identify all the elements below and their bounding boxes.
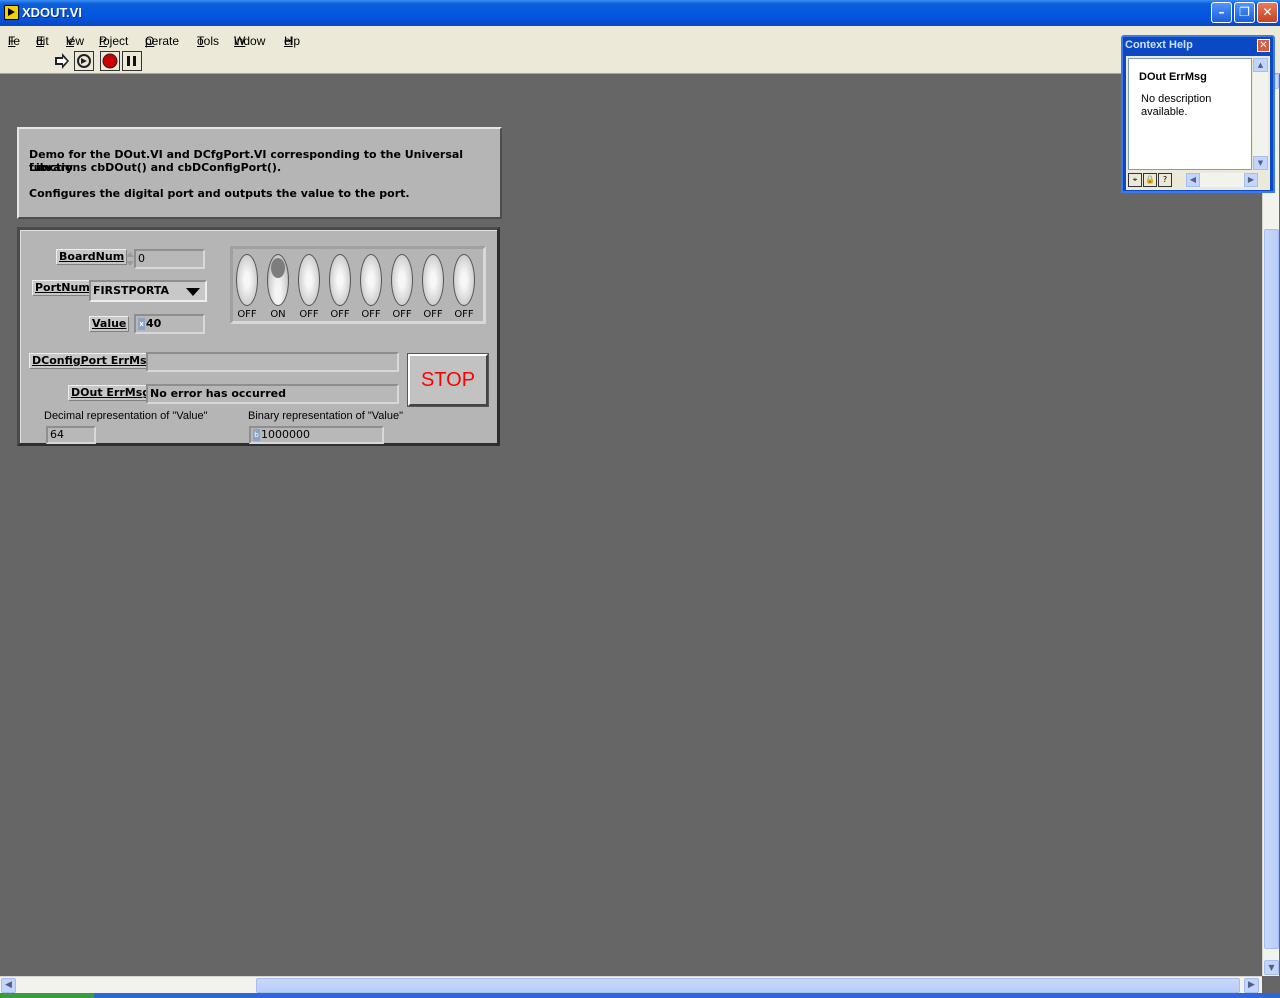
binary-text: 1000000 — [261, 428, 310, 441]
scroll-left-icon[interactable]: ◀ — [1, 978, 16, 993]
board-num-input[interactable]: 0 — [134, 249, 205, 269]
run-button[interactable] — [52, 51, 72, 71]
labview-app-icon[interactable] — [4, 5, 19, 20]
dconfigport-errmsg-indicator — [146, 352, 399, 372]
context-help-vscroll[interactable]: ▲ ▼ — [1253, 58, 1268, 170]
dconfigport-errmsg-label: DConfigPort ErrMsg — [29, 353, 158, 369]
context-help-body: DOut ErrMsg No description available. ▲ … — [1126, 56, 1270, 190]
context-help-description: No description available. — [1141, 93, 1212, 118]
description-decoration: Demo for the DOut.VI and DCfgPort.VI cor… — [17, 127, 502, 219]
horizontal-scrollbar[interactable]: ◀ ▶ — [0, 976, 1262, 993]
show-optional-terminals-icon[interactable]: ⌖ — [1128, 173, 1142, 187]
binary-indicator: b 1000000 — [249, 426, 384, 444]
bit-switch-3[interactable]: OFF — [329, 254, 351, 320]
restore-button[interactable]: ❐ — [1234, 2, 1255, 23]
port-num-label: PortNum — [32, 280, 93, 296]
close-icon[interactable]: ✕ — [1257, 39, 1270, 52]
menu-bar: File Edit View Project Operate Tools Win… — [0, 26, 1280, 48]
abort-execution-icon — [102, 53, 118, 69]
scroll-right-icon[interactable]: ▶ — [1244, 173, 1258, 187]
description-line-3: Configures the digital port and outputs … — [29, 187, 410, 200]
bit-state-label: OFF — [361, 309, 381, 320]
context-help-footer: ⌖ 🔒 ? ◀ ▶ — [1128, 173, 1268, 188]
stop-button[interactable]: STOP — [407, 353, 489, 407]
bit-state-label: ON — [270, 309, 286, 320]
lock-icon[interactable]: 🔒 — [1143, 173, 1157, 187]
context-help-content: DOut ErrMsg No description available. — [1128, 58, 1252, 170]
bit-switch-2[interactable]: OFF — [298, 254, 320, 320]
dropdown-arrow-icon[interactable] — [186, 288, 200, 296]
radix-indicator[interactable]: x — [138, 318, 145, 330]
scroll-down-icon[interactable]: ▼ — [1264, 960, 1279, 975]
toolbar — [0, 48, 1280, 74]
toggle-switch-icon — [391, 254, 413, 306]
value-text: 40 — [146, 317, 162, 330]
bit-state-label: OFF — [392, 309, 412, 320]
run-continuously-button[interactable] — [74, 51, 94, 71]
scroll-down-icon[interactable]: ▼ — [1253, 156, 1268, 170]
detailed-help-icon[interactable]: ? — [1158, 173, 1172, 187]
toggle-switch-icon — [453, 254, 475, 306]
value-input[interactable]: x 40 — [134, 314, 205, 334]
toggle-switch-icon — [298, 254, 320, 306]
value-label: Value — [89, 316, 130, 332]
bit-state-label: OFF — [299, 309, 319, 320]
context-help-window: Context Help ✕ DOut ErrMsg No descriptio… — [1121, 35, 1275, 193]
bit-state-label: OFF — [454, 309, 474, 320]
toggle-switch-icon — [360, 254, 382, 306]
toggle-switch-icon — [422, 254, 444, 306]
decimal-representation-label: Decimal representation of "Value" — [44, 410, 208, 422]
bit-switch-1[interactable]: ON — [267, 254, 289, 320]
bit-switch-0[interactable]: OFF — [236, 254, 258, 320]
radix-indicator[interactable]: b — [253, 429, 260, 441]
bit-state-label: OFF — [237, 309, 257, 320]
toggle-switch-icon — [267, 254, 289, 306]
pause-button[interactable] — [122, 51, 142, 71]
decimal-indicator: 64 — [46, 426, 96, 444]
toggle-switch-icon — [236, 254, 258, 306]
vertical-scrollbar[interactable]: ▲ ▼ — [1262, 74, 1279, 976]
window-titlebar: XDOUT.VI – ❐ ✕ — [0, 0, 1280, 26]
bit-switch-6[interactable]: OFF — [422, 254, 444, 320]
board-num-label: BoardNum — [56, 249, 128, 265]
minimize-button[interactable]: – — [1211, 2, 1232, 23]
pause-icon — [127, 56, 136, 66]
scroll-right-icon[interactable]: ▶ — [1244, 978, 1259, 993]
run-arrow-icon — [55, 53, 69, 69]
start-button-edge[interactable] — [0, 993, 94, 998]
horizontal-scroll-thumb[interactable] — [256, 978, 1240, 993]
close-button[interactable]: ✕ — [1257, 2, 1278, 23]
bit-state-label: OFF — [423, 309, 443, 320]
bit-switch-7[interactable]: OFF — [453, 254, 475, 320]
scroll-up-icon[interactable]: ▲ — [1253, 58, 1268, 72]
context-help-hscroll[interactable]: ◀ ▶ — [1186, 173, 1258, 187]
dout-errmsg-indicator: No error has occurred — [146, 384, 399, 404]
front-panel-cluster: BoardNum 0 PortNum FIRSTPORTA Value x 40 … — [17, 227, 500, 446]
run-continuously-icon — [77, 54, 91, 68]
context-help-heading: DOut ErrMsg — [1139, 71, 1207, 83]
toggle-switch-icon — [329, 254, 351, 306]
port-num-value: FIRSTPORTA — [93, 284, 170, 297]
vertical-scroll-thumb[interactable] — [1264, 229, 1279, 949]
dout-errmsg-label: DOut ErrMsg — [68, 385, 154, 401]
taskbar-strip — [0, 993, 1280, 998]
binary-representation-label: Binary representation of "Value" — [248, 410, 403, 422]
scroll-left-icon[interactable]: ◀ — [1186, 173, 1200, 187]
context-help-title: Context Help — [1125, 39, 1193, 51]
bit-switch-array: OFF ON OFF OFF OFF OFF OFF OFF — [230, 246, 486, 324]
bit-switch-5[interactable]: OFF — [391, 254, 413, 320]
abort-execution-button[interactable] — [100, 51, 120, 71]
window-title: XDOUT.VI — [22, 5, 82, 20]
description-line-2: functions cbDOut() and cbDConfigPort(). — [29, 161, 282, 174]
bit-state-label: OFF — [330, 309, 350, 320]
port-num-dropdown[interactable]: FIRSTPORTA — [89, 280, 207, 302]
bit-switch-4[interactable]: OFF — [360, 254, 382, 320]
